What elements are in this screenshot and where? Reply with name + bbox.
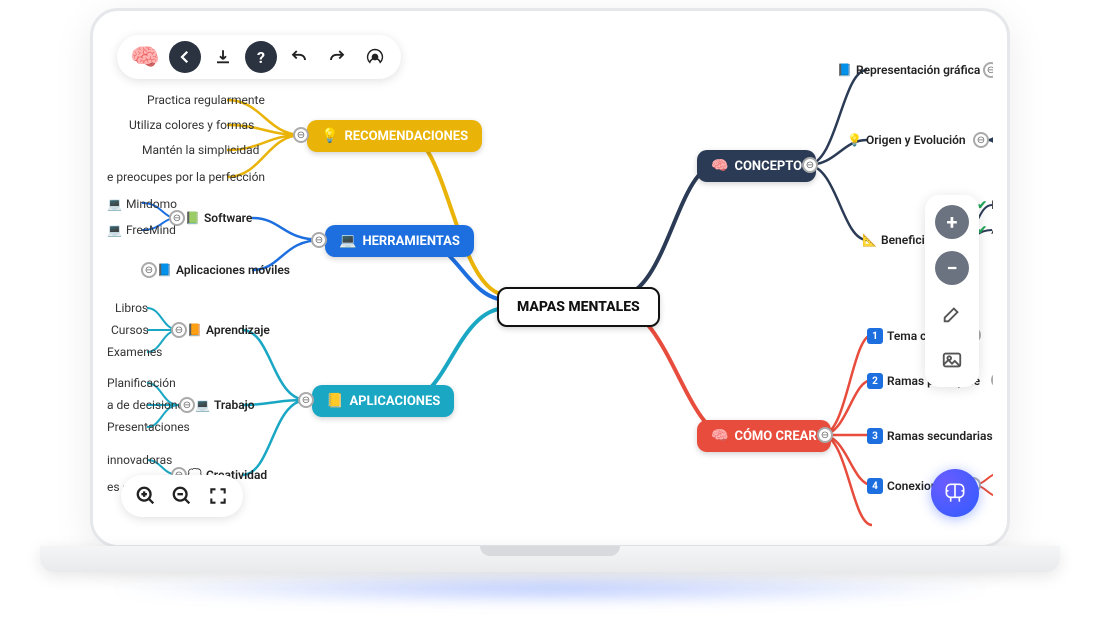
leaf[interactable]: Libros: [115, 301, 148, 315]
central-label: MAPAS MENTALES: [517, 299, 640, 315]
collapse-toggle[interactable]: ⊖: [171, 322, 187, 338]
sub-aprendizaje[interactable]: 📙 Aprendizaje: [187, 323, 270, 337]
laptop-icon: 💻: [339, 233, 356, 249]
branch-label: CONCEPTO: [734, 159, 802, 174]
branch-herramientas[interactable]: 💻 HERRAMIENTAS: [325, 225, 474, 257]
collapse-toggle[interactable]: ⊖: [973, 132, 989, 148]
leaf[interactable]: e preocupes por la perfección: [107, 170, 265, 184]
branch-label: CÓMO CREAR: [734, 429, 816, 444]
number-icon: 3: [867, 428, 883, 444]
leaf[interactable]: Mejora de: [977, 198, 993, 212]
triangle-icon: 📐: [862, 233, 877, 247]
sub-trabajo[interactable]: 💻 Trabajo: [195, 398, 255, 412]
collapse-toggle[interactable]: ⊖: [169, 210, 185, 226]
zoom-out-button[interactable]: [169, 483, 195, 509]
laptop-notch: [480, 546, 620, 556]
collapse-toggle[interactable]: ⊖: [293, 127, 309, 143]
branch-label: RECOMENDACIONES: [344, 129, 468, 144]
zoom-minus-button[interactable]: −: [935, 251, 969, 285]
zoom-plus-button[interactable]: +: [935, 205, 969, 239]
collapse-toggle[interactable]: ⊖: [141, 262, 157, 278]
download-button[interactable]: [207, 41, 239, 73]
ai-assistant-button[interactable]: [931, 469, 979, 517]
book-icon: 📘: [837, 63, 852, 77]
collapse-toggle[interactable]: ⊖: [983, 62, 993, 78]
app-logo: 🧠: [127, 39, 163, 75]
lightbulb-icon: 💡: [321, 128, 338, 144]
leaf[interactable]: innovadoras: [107, 453, 172, 467]
book-icon: 📘: [157, 263, 172, 277]
back-button[interactable]: [169, 41, 201, 73]
leaf[interactable]: a de decisiones: [107, 398, 190, 412]
number-icon: 4: [867, 478, 883, 494]
central-node[interactable]: MAPAS MENTALES: [497, 287, 660, 327]
leaf[interactable]: 💻 Mindomo: [107, 197, 177, 211]
branch-label: HERRAMIENTAS: [362, 234, 459, 249]
sub-ramas-secundarias[interactable]: 3 Ramas secundarias: [867, 428, 993, 444]
leaf[interactable]: Examenes: [107, 345, 162, 359]
sub-repr[interactable]: 📘 Representación gráfica: [837, 63, 980, 77]
fullscreen-button[interactable]: [205, 483, 231, 509]
leaf[interactable]: Planificación: [107, 376, 176, 390]
collapse-toggle[interactable]: ⊖: [298, 392, 314, 408]
undo-button[interactable]: [283, 41, 315, 73]
zoom-controls: [121, 475, 243, 517]
lightbulb-icon: 💡: [847, 133, 862, 147]
redo-button[interactable]: [321, 41, 353, 73]
sub-apps[interactable]: 📘 Aplicaciones móviles: [157, 263, 290, 277]
brain-icon: 🧠: [711, 158, 728, 174]
brain-icon: 🧠: [711, 428, 728, 444]
branch-concepto[interactable]: 🧠 CONCEPTO: [697, 150, 816, 182]
branch-aplicaciones[interactable]: 📒 APLICACIONES: [312, 385, 454, 417]
notebook-icon: 📒: [326, 393, 343, 409]
collapse-toggle[interactable]: ⊖: [311, 232, 327, 248]
leaf[interactable]: Aprendiza: [977, 223, 993, 237]
top-toolbar: 🧠 ?: [117, 35, 401, 79]
help-button[interactable]: ?: [245, 41, 277, 73]
collapse-toggle[interactable]: ⊖: [817, 427, 833, 443]
leaf[interactable]: 💻 FreeMind: [107, 223, 176, 237]
book-icon: 📙: [187, 323, 202, 337]
mindmap-canvas[interactable]: MAPAS MENTALES 💡 RECOMENDACIONES ⊖ Pract…: [107, 25, 993, 531]
theme-button[interactable]: [359, 41, 391, 73]
leaf[interactable]: Cursos: [111, 323, 149, 337]
edit-button[interactable]: [935, 297, 969, 331]
collapse-toggle[interactable]: ⊖: [802, 157, 818, 173]
number-icon: 2: [867, 373, 883, 389]
leaf[interactable]: Practica regularmente: [147, 93, 265, 107]
collapse-toggle[interactable]: ⊖: [179, 397, 195, 413]
image-button[interactable]: [935, 343, 969, 377]
laptop-icon: 💻: [195, 398, 210, 412]
zoom-in-button[interactable]: [133, 483, 159, 509]
branch-label: APLICACIONES: [349, 394, 440, 409]
leaf[interactable]: Mantén la simplicidad: [142, 143, 259, 157]
book-icon: 📗: [185, 211, 200, 225]
leaf[interactable]: Presentaciones: [107, 420, 190, 434]
sub-origen[interactable]: 💡 Origen y Evolución: [847, 133, 966, 147]
branch-comocrear[interactable]: 🧠 CÓMO CREAR: [697, 420, 831, 452]
leaf[interactable]: Utiliza colores y formas: [129, 118, 254, 132]
number-icon: 1: [867, 328, 883, 344]
side-panel: + −: [925, 195, 979, 387]
sub-software[interactable]: 📗 Software: [185, 211, 252, 225]
branch-recomendaciones[interactable]: 💡 RECOMENDACIONES: [307, 120, 482, 152]
